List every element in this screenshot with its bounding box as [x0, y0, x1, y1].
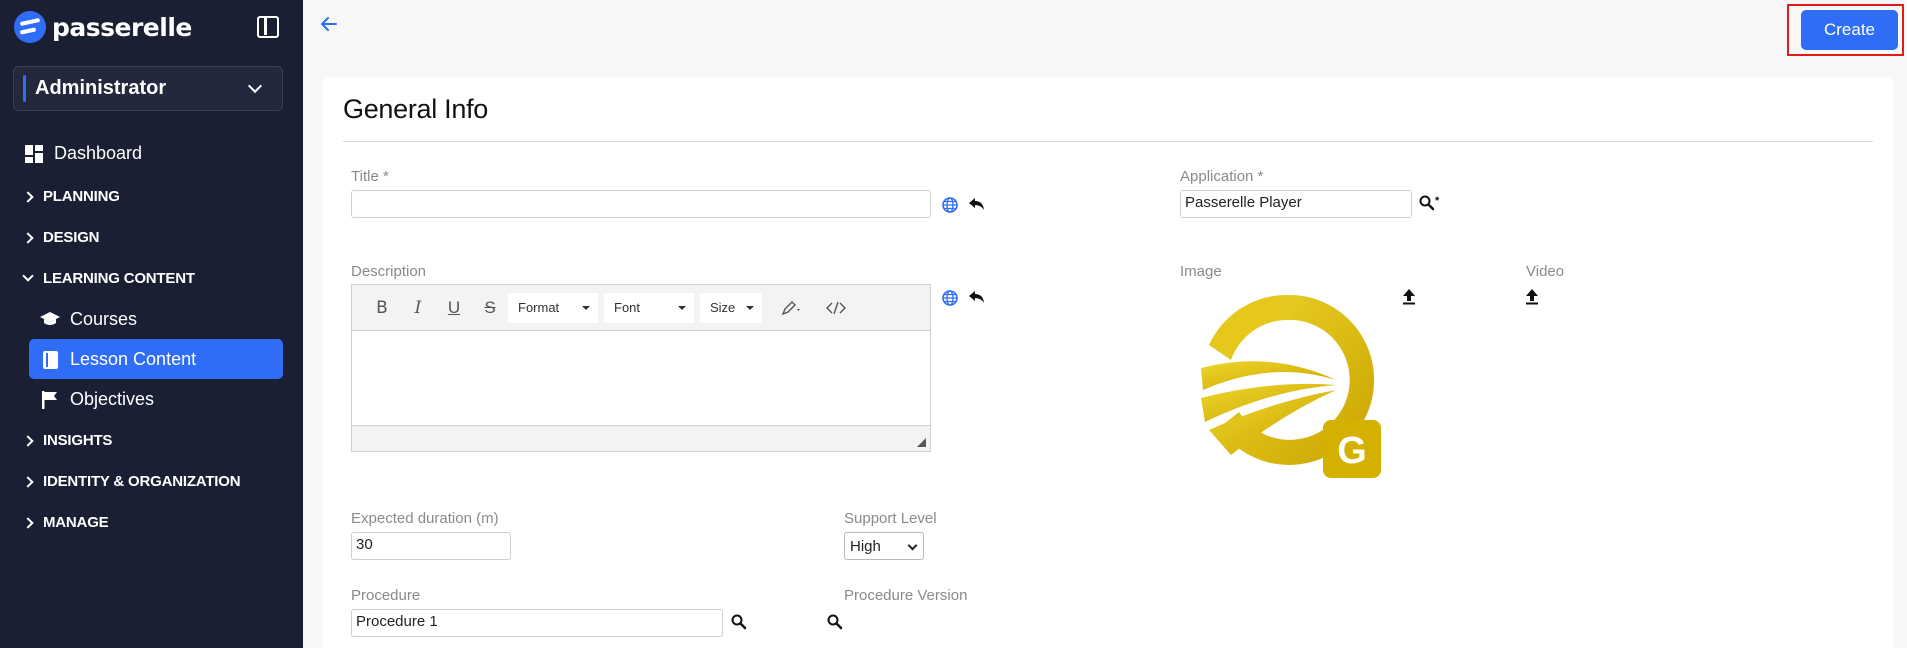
sidebar-section-insights[interactable]: INSIGHTS [22, 432, 113, 449]
passerelle-logo-icon [14, 11, 46, 43]
source-code-button[interactable] [816, 293, 856, 323]
sidebar-section-label: PLANNING [43, 188, 120, 205]
sidebar-item-label: Courses [70, 309, 138, 329]
undo-icon[interactable] [967, 194, 987, 214]
brand-name: passerelle [52, 12, 192, 42]
video-label: Video [1526, 263, 1565, 280]
sidebar-section-learning-content[interactable]: LEARNING CONTENT [22, 270, 195, 287]
search-required-icon[interactable]: * [1419, 193, 1443, 213]
chevron-right-icon [22, 190, 34, 203]
sidebar-section-label: DESIGN [43, 229, 100, 246]
description-label: Description [351, 263, 427, 280]
role-accent-bar [23, 75, 26, 102]
expected-duration-label: Expected duration (m) [351, 510, 499, 527]
sidebar-section-label: MANAGE [43, 514, 109, 531]
support-level-value: High [850, 537, 881, 555]
format-dropdown-label: Format [518, 300, 560, 315]
application-label: Application * [1180, 168, 1264, 185]
procedure-input[interactable]: Procedure 1 [351, 609, 723, 637]
chevron-right-icon [22, 231, 34, 244]
sidebar-item-objectives[interactable]: Objectives [40, 389, 154, 410]
italic-button[interactable]: I [400, 293, 436, 323]
sidebar-section-label: IDENTITY & ORGANIZATION [43, 473, 241, 490]
chevron-down-icon [22, 270, 34, 282]
expected-duration-input[interactable]: 30 [351, 532, 511, 560]
globe-icon[interactable] [940, 288, 960, 308]
chevron-right-icon [22, 516, 34, 529]
caret-down-icon [678, 305, 686, 310]
sidebar-item-label: Dashboard [54, 143, 143, 163]
image-label: Image [1180, 263, 1222, 280]
sidebar-item-label: Lesson Content [70, 349, 197, 369]
back-arrow-icon[interactable] [318, 13, 342, 37]
sidebar-section-label: INSIGHTS [43, 432, 113, 449]
undo-icon[interactable] [967, 287, 987, 307]
card-title: General Info [343, 94, 488, 124]
description-editor: B I U S Format Font Size [351, 284, 931, 452]
sidebar-item-courses[interactable]: Courses [40, 309, 137, 330]
caret-down-icon [746, 305, 754, 310]
support-level-select[interactable]: High [844, 532, 924, 560]
font-dropdown-label: Font [614, 300, 641, 315]
brand-logo[interactable]: passerelle [14, 11, 192, 43]
chevron-right-icon [22, 434, 34, 447]
upload-video-icon[interactable] [1522, 287, 1542, 307]
sidebar-toggle-icon[interactable] [257, 16, 279, 38]
caret-down-icon [582, 305, 590, 310]
size-dropdown-label: Size [710, 300, 736, 315]
chevron-down-icon [907, 540, 918, 551]
sidebar-section-manage[interactable]: MANAGE [22, 514, 109, 531]
procedure-version-label: Procedure Version [844, 587, 968, 604]
card-divider [343, 141, 1873, 142]
sidebar-item-dashboard[interactable]: Dashboard [24, 143, 142, 164]
procedure-search-icon[interactable] [729, 612, 749, 632]
highlight-color-button[interactable] [772, 293, 812, 323]
image-badge-letter: G [1337, 430, 1367, 472]
editor-statusbar [352, 425, 930, 451]
sidebar-section-identity-organization[interactable]: IDENTITY & ORGANIZATION [22, 473, 241, 490]
sidebar: passerelle Administrator Dashboard PLANN… [0, 0, 303, 648]
flag-icon [40, 390, 60, 410]
title-input[interactable] [351, 190, 931, 218]
description-editor-body[interactable] [352, 331, 930, 425]
sidebar-section-planning[interactable]: PLANNING [22, 188, 120, 205]
graduation-cap-icon [40, 310, 60, 330]
title-label: Title * [351, 168, 389, 185]
role-label: Administrator [35, 77, 167, 99]
chevron-down-icon [247, 78, 263, 93]
support-level-label: Support Level [844, 510, 937, 527]
create-button[interactable]: Create [1801, 10, 1898, 50]
procedure-version-search-icon[interactable] [825, 612, 845, 632]
application-input[interactable]: Passerelle Player [1180, 190, 1412, 218]
strikethrough-button[interactable]: S [472, 293, 508, 323]
font-dropdown[interactable]: Font [604, 292, 694, 323]
chevron-right-icon [22, 475, 34, 488]
size-dropdown[interactable]: Size [700, 292, 762, 323]
resize-grip-icon[interactable] [917, 438, 926, 447]
bold-button[interactable]: B [364, 293, 400, 323]
upload-image-icon[interactable] [1399, 287, 1419, 307]
book-icon [40, 350, 60, 370]
editor-toolbar: B I U S Format Font Size [352, 285, 930, 331]
dashboard-icon [24, 144, 44, 164]
sidebar-section-design[interactable]: DESIGN [22, 229, 100, 246]
application-image: G [1191, 290, 1381, 480]
sidebar-item-lesson-content[interactable]: Lesson Content [40, 349, 196, 370]
sidebar-section-label: LEARNING CONTENT [43, 270, 195, 287]
sidebar-item-label: Objectives [70, 389, 155, 409]
svg-text:*: * [1435, 195, 1440, 207]
procedure-label: Procedure [351, 587, 421, 604]
role-selector[interactable]: Administrator [13, 66, 283, 111]
underline-button[interactable]: U [436, 293, 472, 323]
globe-icon[interactable] [940, 195, 960, 215]
format-dropdown[interactable]: Format [508, 292, 598, 323]
general-info-card: General Info Title * Application * Passe… [323, 77, 1893, 648]
